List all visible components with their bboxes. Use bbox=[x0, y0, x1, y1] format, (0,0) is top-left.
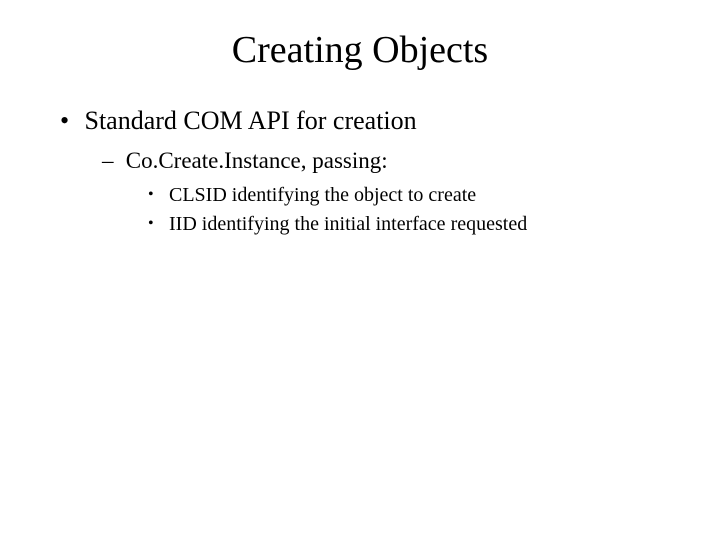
slide: Creating Objects Standard COM API for cr… bbox=[0, 0, 720, 540]
bullet-level1: Standard COM API for creation bbox=[60, 106, 680, 136]
bullet-text: IID identifying the initial interface re… bbox=[169, 213, 527, 235]
bullet-text: Standard COM API for creation bbox=[85, 106, 417, 135]
bullet-text: Co.Create.Instance, passing: bbox=[126, 148, 388, 173]
bullet-level3: CLSID identifying the object to create bbox=[148, 184, 680, 207]
bullet-level3: IID identifying the initial interface re… bbox=[148, 213, 680, 236]
bullet-text: CLSID identifying the object to create bbox=[169, 184, 476, 206]
bullet-level2: Co.Create.Instance, passing: bbox=[102, 148, 680, 174]
slide-title: Creating Objects bbox=[40, 28, 680, 72]
